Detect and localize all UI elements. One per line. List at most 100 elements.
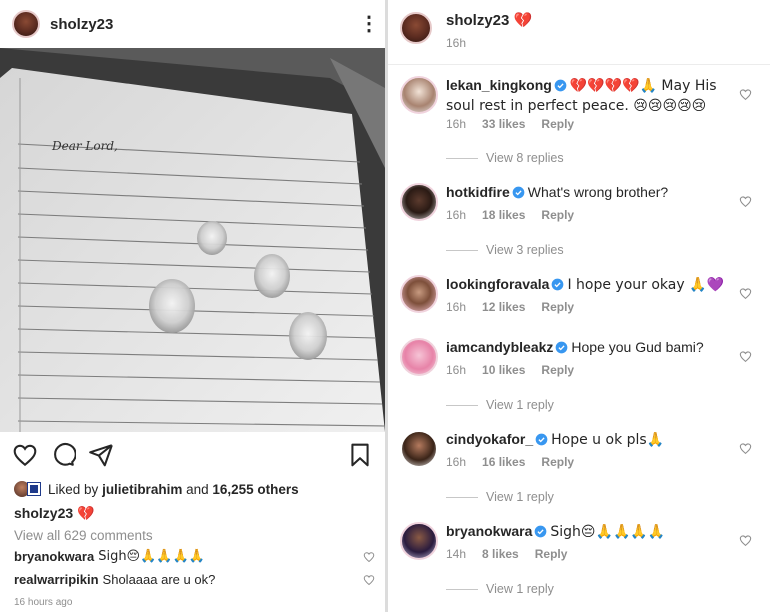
comment-username[interactable]: cindyokafor_ <box>446 431 533 447</box>
comment-meta: 16h 12 likes Reply <box>446 300 590 314</box>
comment: cindyokafor_ Hope u ok pls🙏 16h 16 likes Re… <box>400 430 758 494</box>
comment-body: cindyokafor_ Hope u ok pls🙏 <box>446 430 730 450</box>
view-replies-label[interactable]: View 1 reply <box>486 582 554 596</box>
view-all-comments-link[interactable]: View all 629 comments <box>14 528 153 543</box>
caption: sholzy23 💔 <box>14 505 94 522</box>
comment-body: bryanokwara Sigh😔🙏🙏🙏🙏 <box>446 522 730 542</box>
liked-and: and <box>186 481 209 497</box>
comment: iamcandybleakz Hope you Gud bami? 16h 10 l… <box>400 338 758 402</box>
comment-username[interactable]: realwarripikin <box>14 572 99 587</box>
comment-text: Hope u ok pls🙏 <box>551 432 665 448</box>
comment-text: Hope you Gud bami? <box>571 339 704 355</box>
author-emoji: 💔 <box>513 11 533 29</box>
comment-body: lookingforavala I hope your okay 🙏💜 <box>446 275 730 295</box>
replies-line <box>446 157 478 159</box>
post-username[interactable]: sholzy23 <box>50 16 113 33</box>
reply-button[interactable]: Reply <box>541 455 574 469</box>
comment-body: hotkidfire What's wrong brother? <box>446 183 730 202</box>
comment-username[interactable]: bryanokwara <box>14 549 94 564</box>
heart-icon[interactable] <box>12 442 38 468</box>
photo-handwriting: Dear Lord, <box>51 139 118 153</box>
heart-icon[interactable] <box>363 551 375 563</box>
comment-time: 16h <box>446 117 467 131</box>
author-name[interactable]: sholzy23 <box>446 12 509 29</box>
comment-text: I hope your okay 🙏💜 <box>567 277 724 293</box>
liked-others[interactable]: 16,255 others <box>212 482 298 497</box>
comment-body: iamcandybleakz Hope you Gud bami? <box>446 338 730 357</box>
view-replies[interactable]: View 1 reply <box>446 398 554 412</box>
view-replies-label[interactable]: View 3 replies <box>486 243 564 257</box>
verified-icon <box>512 186 525 199</box>
liked-user[interactable]: julietibrahim <box>102 482 182 497</box>
comment-likes[interactable]: 12 likes <box>482 300 525 314</box>
view-replies-label[interactable]: View 8 replies <box>486 151 564 165</box>
comment-time: 16h <box>446 363 467 377</box>
comment-text: Sholaaaa are u ok? <box>102 572 216 587</box>
liked-by[interactable]: Liked by julietibrahim and 16,255 others <box>14 481 377 497</box>
view-replies[interactable]: View 1 reply <box>446 582 554 596</box>
avatar <box>27 482 41 496</box>
reply-button[interactable]: Reply <box>541 300 574 314</box>
view-replies-label[interactable]: View 1 reply <box>486 398 554 412</box>
heart-icon[interactable] <box>739 534 752 547</box>
comment-time: 14h <box>446 547 467 561</box>
comment-likes[interactable]: 18 likes <box>482 208 525 222</box>
avatar[interactable] <box>400 522 438 560</box>
comment-icon[interactable] <box>50 442 76 468</box>
comment-username[interactable]: iamcandybleakz <box>446 339 553 355</box>
comment-username[interactable]: hotkidfire <box>446 184 510 200</box>
heart-icon[interactable] <box>739 442 752 455</box>
post-time: 16h <box>446 36 467 50</box>
post-photo[interactable]: Dear Lord, <box>0 48 385 432</box>
heart-icon[interactable] <box>739 287 752 300</box>
avatar[interactable] <box>400 430 438 468</box>
avatar[interactable] <box>400 275 438 313</box>
replies-line <box>446 496 478 498</box>
post-actions <box>12 440 373 470</box>
heart-icon[interactable] <box>739 88 752 101</box>
comment-likes[interactable]: 8 likes <box>482 547 519 561</box>
caption-username[interactable]: sholzy23 <box>14 505 73 521</box>
more-options-icon[interactable]: ⋮ <box>359 14 379 34</box>
comment-username[interactable]: lekan_kingkong <box>446 77 552 93</box>
reply-button[interactable]: Reply <box>541 208 574 222</box>
liked-prefix: Liked by <box>48 481 99 497</box>
reply-button[interactable]: Reply <box>541 117 574 131</box>
share-icon[interactable] <box>88 442 114 468</box>
comment-username[interactable]: bryanokwara <box>446 523 532 539</box>
comment-likes[interactable]: 16 likes <box>482 455 525 469</box>
view-replies[interactable]: View 1 reply <box>446 490 554 504</box>
avatar[interactable] <box>400 338 438 376</box>
comment-meta: 16h 16 likes Reply <box>446 455 590 469</box>
comment-text: Sigh😔🙏🙏🙏🙏 <box>550 524 666 540</box>
comment-meta: 16h 18 likes Reply <box>446 208 590 222</box>
reply-button[interactable]: Reply <box>535 547 568 561</box>
comment-likes[interactable]: 33 likes <box>482 117 525 131</box>
post-time: 16 hours ago <box>14 597 73 608</box>
view-replies[interactable]: View 8 replies <box>446 151 564 165</box>
reply-button[interactable]: Reply <box>541 363 574 377</box>
heart-icon[interactable] <box>739 350 752 363</box>
bookmark-icon[interactable] <box>347 442 373 468</box>
preview-comment: bryanokwara Sigh😔🙏🙏🙏🙏 <box>14 549 375 564</box>
comment-likes[interactable]: 10 likes <box>482 363 525 377</box>
comment-body: lekan_kingkong 💔💔💔💔🙏 May His soul rest in… <box>446 76 730 116</box>
view-replies[interactable]: View 3 replies <box>446 243 564 257</box>
verified-icon <box>552 278 564 291</box>
avatar[interactable] <box>400 183 438 221</box>
avatar[interactable] <box>400 76 438 114</box>
comment: bryanokwara Sigh😔🙏🙏🙏🙏 14h 8 likes Reply <box>400 522 758 586</box>
replies-line <box>446 249 478 251</box>
view-replies-label[interactable]: View 1 reply <box>486 490 554 504</box>
verified-icon <box>535 433 548 446</box>
heart-icon[interactable] <box>363 574 375 586</box>
avatar[interactable] <box>12 10 40 38</box>
avatar[interactable] <box>400 12 432 44</box>
divider <box>388 64 770 65</box>
heart-icon[interactable] <box>739 195 752 208</box>
post-header: sholzy23 ⋮ <box>12 8 379 40</box>
comment-time: 16h <box>446 300 467 314</box>
comment: lookingforavala I hope your okay 🙏💜 16h 12… <box>400 275 758 339</box>
comment-username[interactable]: lookingforavala <box>446 276 549 292</box>
verified-icon <box>554 79 567 92</box>
